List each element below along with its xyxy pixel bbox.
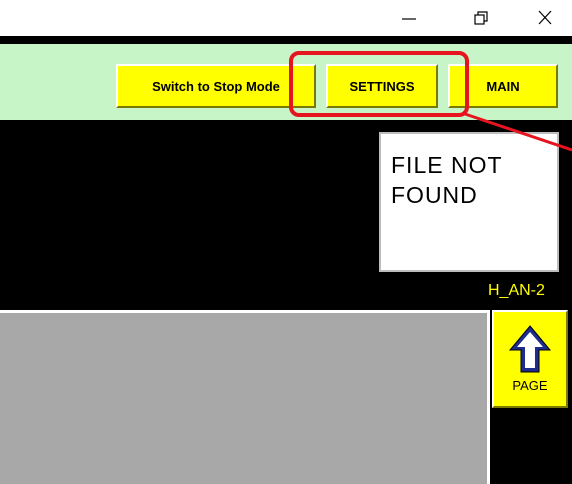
callout-line xyxy=(464,112,572,152)
